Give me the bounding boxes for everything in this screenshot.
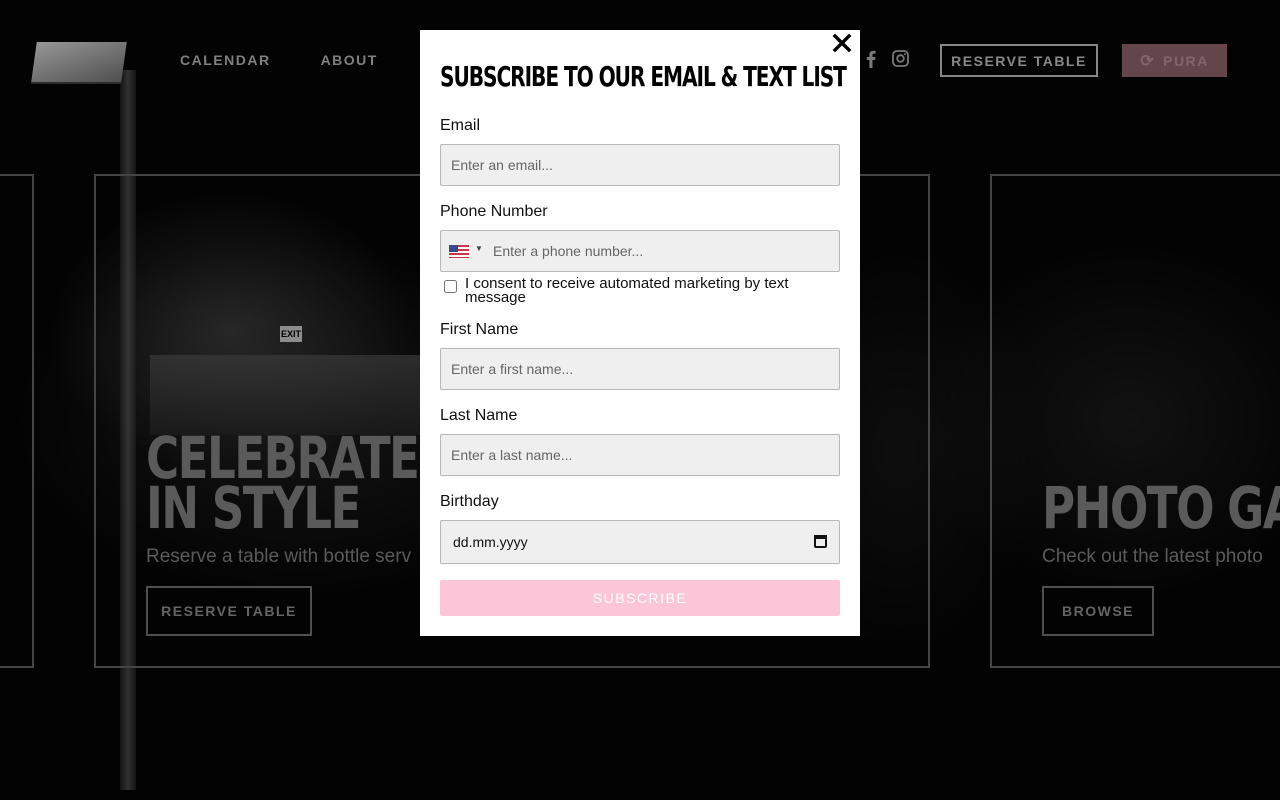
- consent-label: I consent to receive automated marketing…: [465, 275, 789, 306]
- email-field[interactable]: [440, 144, 840, 186]
- email-label: Email: [440, 117, 481, 134]
- consent-checkbox[interactable]: [444, 280, 457, 293]
- birthday-label: Birthday: [440, 493, 499, 510]
- birthday-field[interactable]: dd.mm.yyyy: [440, 520, 840, 564]
- modal-title: SUBSCRIBE TO OUR EMAIL & TEXT LIST: [440, 60, 847, 93]
- close-icon[interactable]: [832, 33, 852, 53]
- last-name-field[interactable]: [440, 434, 840, 476]
- last-name-label: Last Name: [440, 407, 518, 424]
- chevron-down-icon[interactable]: ▼: [475, 244, 483, 253]
- subscribe-button[interactable]: SUBSCRIBE: [440, 580, 840, 616]
- phone-field[interactable]: [485, 231, 835, 271]
- first-name-label: First Name: [440, 321, 519, 338]
- phone-label: Phone Number: [440, 203, 548, 220]
- phone-field-wrapper: ▼: [440, 230, 840, 272]
- first-name-field[interactable]: [440, 348, 840, 390]
- birthday-placeholder: dd.mm.yyyy: [453, 534, 528, 550]
- us-flag-icon[interactable]: [449, 245, 469, 258]
- calendar-icon[interactable]: [814, 535, 827, 548]
